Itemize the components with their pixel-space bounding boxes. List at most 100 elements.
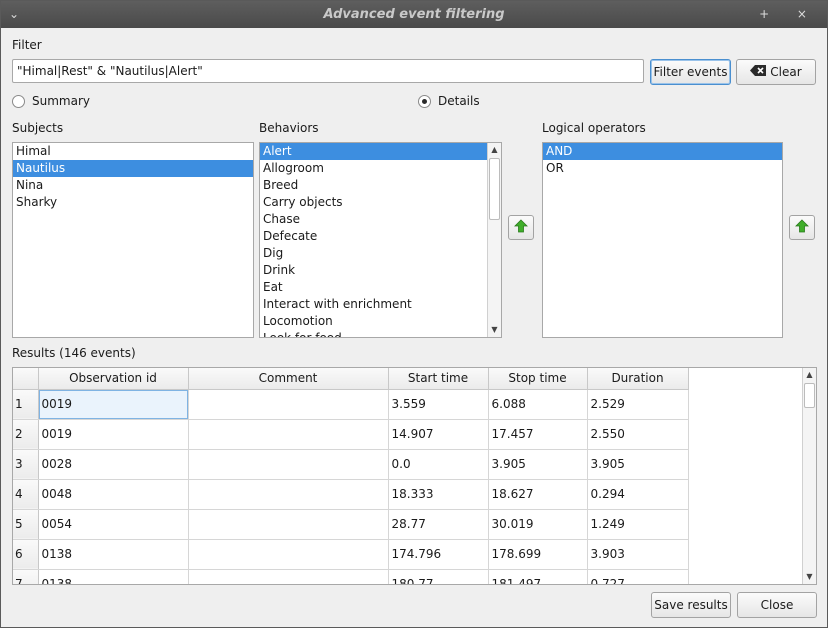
- scroll-thumb[interactable]: [489, 158, 500, 220]
- cell-stop-time[interactable]: 17.457: [488, 419, 588, 450]
- table-row[interactable]: 6 0138 174.796 178.699 3.903: [13, 539, 689, 570]
- subject-item[interactable]: Himal: [13, 143, 253, 160]
- subjects-list[interactable]: Himal Nautilus Nina Sharky: [12, 142, 254, 338]
- cell-observation-id[interactable]: 0138: [38, 539, 189, 570]
- cell-duration[interactable]: 0.727: [587, 569, 689, 584]
- behavior-item[interactable]: Breed: [260, 177, 501, 194]
- table-row[interactable]: 2 0019 14.907 17.457 2.550: [13, 419, 689, 450]
- cell-duration[interactable]: 2.550: [587, 419, 689, 450]
- cell-stop-time[interactable]: 178.699: [488, 539, 588, 570]
- dialog-window: ⌄ Advanced event filtering + × Filter "H…: [0, 0, 828, 628]
- row-number[interactable]: 1: [13, 389, 39, 420]
- cell-comment[interactable]: [188, 479, 389, 510]
- save-results-button[interactable]: Save results: [651, 592, 731, 618]
- scroll-up-icon[interactable]: ▲: [803, 368, 816, 382]
- cell-comment[interactable]: [188, 569, 389, 584]
- cell-start-time[interactable]: 14.907: [388, 419, 489, 450]
- table-row[interactable]: 5 0054 28.77 30.019 1.249: [13, 509, 689, 540]
- cell-start-time[interactable]: 0.0: [388, 449, 489, 480]
- behaviors-scrollbar[interactable]: ▲ ▼: [487, 143, 501, 337]
- cell-duration[interactable]: 2.529: [587, 389, 689, 420]
- summary-radio-circle: [12, 94, 25, 108]
- behavior-item[interactable]: Look for food: [260, 330, 501, 337]
- cell-observation-id[interactable]: 0019: [38, 419, 189, 450]
- cell-stop-time[interactable]: 18.627: [488, 479, 588, 510]
- row-number[interactable]: 7: [13, 569, 39, 584]
- cell-comment[interactable]: [188, 449, 389, 480]
- results-table-view[interactable]: Observation id Comment Start time Stop t…: [12, 367, 817, 585]
- column-header[interactable]: Start time: [388, 368, 489, 390]
- table-row[interactable]: 4 0048 18.333 18.627 0.294: [13, 479, 689, 510]
- scroll-up-icon[interactable]: ▲: [488, 143, 501, 157]
- row-number[interactable]: 5: [13, 509, 39, 540]
- table-row[interactable]: 7 0138 180.77 181.497 0.727: [13, 569, 689, 584]
- behavior-item[interactable]: Dig: [260, 245, 501, 262]
- summary-radio[interactable]: Summary: [12, 94, 90, 108]
- behavior-item[interactable]: Carry objects: [260, 194, 501, 211]
- row-number[interactable]: 6: [13, 539, 39, 570]
- cell-observation-id[interactable]: 0054: [38, 509, 189, 540]
- behavior-item[interactable]: Eat: [260, 279, 501, 296]
- add-behavior-button[interactable]: [508, 215, 534, 240]
- cell-stop-time[interactable]: 6.088: [488, 389, 588, 420]
- cell-comment[interactable]: [188, 509, 389, 540]
- subject-item[interactable]: Nina: [13, 177, 253, 194]
- cell-duration[interactable]: 3.905: [587, 449, 689, 480]
- cell-stop-time[interactable]: 181.497: [488, 569, 588, 584]
- row-number[interactable]: 2: [13, 419, 39, 450]
- column-header[interactable]: Stop time: [488, 368, 588, 390]
- close-button[interactable]: Close: [737, 592, 817, 618]
- cell-comment[interactable]: [188, 389, 389, 420]
- filter-events-button[interactable]: Filter events: [650, 59, 731, 85]
- cell-start-time[interactable]: 18.333: [388, 479, 489, 510]
- column-header[interactable]: Duration: [587, 368, 689, 390]
- behavior-item[interactable]: Drink: [260, 262, 501, 279]
- add-operator-button[interactable]: [789, 215, 815, 240]
- cell-comment[interactable]: [188, 419, 389, 450]
- column-header[interactable]: Observation id: [38, 368, 189, 390]
- behavior-item[interactable]: Locomotion: [260, 313, 501, 330]
- window-menu-icon[interactable]: ⌄: [9, 1, 19, 28]
- filter-input[interactable]: "Himal|Rest" & "Nautilus|Alert": [12, 59, 644, 83]
- cell-start-time[interactable]: 3.559: [388, 389, 489, 420]
- title-bar[interactable]: ⌄ Advanced event filtering + ×: [1, 1, 827, 28]
- subject-item[interactable]: Sharky: [13, 194, 253, 211]
- behavior-item[interactable]: Chase: [260, 211, 501, 228]
- cell-start-time[interactable]: 28.77: [388, 509, 489, 540]
- behavior-item[interactable]: Defecate: [260, 228, 501, 245]
- cell-start-time[interactable]: 180.77: [388, 569, 489, 584]
- clear-button[interactable]: Clear: [736, 59, 816, 85]
- column-header[interactable]: Comment: [188, 368, 389, 390]
- table-row[interactable]: 3 0028 0.0 3.905 3.905: [13, 449, 689, 480]
- cell-comment[interactable]: [188, 539, 389, 570]
- window-controls-icon[interactable]: + ×: [759, 1, 819, 28]
- cell-observation-id[interactable]: 0028: [38, 449, 189, 480]
- behavior-item[interactable]: Interact with enrichment: [260, 296, 501, 313]
- cell-duration[interactable]: 1.249: [587, 509, 689, 540]
- subject-item[interactable]: Nautilus: [13, 160, 253, 177]
- scroll-thumb[interactable]: [804, 383, 815, 408]
- cell-stop-time[interactable]: 3.905: [488, 449, 588, 480]
- cell-start-time[interactable]: 174.796: [388, 539, 489, 570]
- cell-observation-id[interactable]: 0048: [38, 479, 189, 510]
- operators-list[interactable]: AND OR: [542, 142, 783, 338]
- cell-duration[interactable]: 3.903: [587, 539, 689, 570]
- cell-duration[interactable]: 0.294: [587, 479, 689, 510]
- cell-stop-time[interactable]: 30.019: [488, 509, 588, 540]
- behavior-item[interactable]: Allogroom: [260, 160, 501, 177]
- behaviors-list[interactable]: Alert Allogroom Breed Carry objects Chas…: [259, 142, 502, 338]
- scroll-down-icon[interactable]: ▼: [803, 570, 816, 584]
- table-row[interactable]: 1 0019 3.559 6.088 2.529: [13, 389, 689, 420]
- filter-label: Filter: [12, 38, 42, 52]
- backspace-icon: [750, 65, 767, 79]
- behavior-item[interactable]: Alert: [260, 143, 501, 160]
- results-scrollbar[interactable]: ▲ ▼: [802, 368, 816, 584]
- row-number[interactable]: 4: [13, 479, 39, 510]
- cell-observation-id[interactable]: 0138: [38, 569, 189, 584]
- scroll-down-icon[interactable]: ▼: [488, 323, 501, 337]
- row-number[interactable]: 3: [13, 449, 39, 480]
- cell-observation-id[interactable]: 0019: [38, 389, 189, 420]
- operator-item[interactable]: AND: [543, 143, 782, 160]
- details-radio[interactable]: Details: [418, 94, 480, 108]
- operator-item[interactable]: OR: [543, 160, 782, 177]
